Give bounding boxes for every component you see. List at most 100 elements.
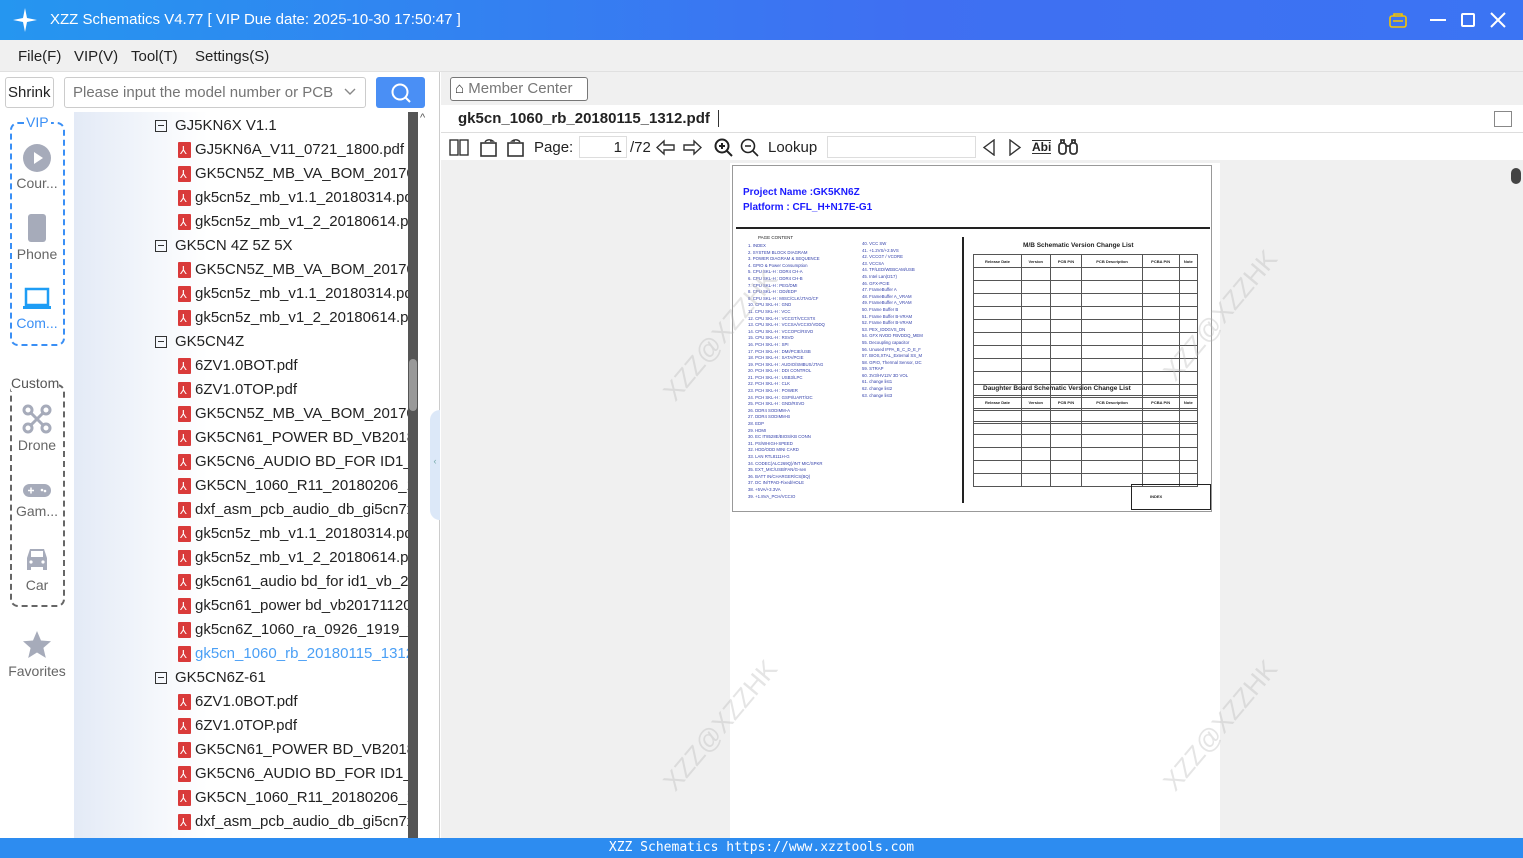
two-page-view-icon[interactable]: [449, 139, 469, 156]
next-page-arrow-icon[interactable]: [682, 139, 702, 156]
zoom-in-icon[interactable]: [714, 138, 733, 157]
tab-document[interactable]: gk5cn_1060_rb_20180115_1312.pdf: [458, 110, 719, 127]
tree-file[interactable]: dxf_asm_pcb_audio_db_gi5cn7x: [178, 498, 408, 523]
tree-file[interactable]: GK5CN61_POWER BD_VB201801: [178, 426, 408, 451]
tree-file[interactable]: 6ZV1.0BOT.pdf: [178, 354, 298, 379]
tree-file[interactable]: GK5CN6_AUDIO BD_FOR ID1_RA: [178, 762, 408, 787]
drone-icon: [22, 404, 52, 434]
tree-file[interactable]: GJ5KN6A_V11_0721_1800.pdf: [178, 138, 404, 163]
search-button[interactable]: [376, 77, 425, 108]
tree-file[interactable]: 6ZV1.0TOP.pdf: [178, 714, 298, 739]
tree-file[interactable]: gk5cn61_power bd_vb20171120: [178, 594, 408, 619]
tree-file[interactable]: gk5cn5z_mb_v1_2_20180614.pd: [178, 210, 408, 235]
tree-file[interactable]: GK5CN_1060_R11_20180206_165: [178, 474, 408, 499]
tree-file[interactable]: gk5cn5z_mb_v1.1_20180314.pdf: [178, 186, 408, 211]
tree-file[interactable]: dxf_asm_pcb_audio_db_gi5cn7x: [178, 810, 408, 835]
sidebar-item-courses[interactable]: Cour...: [0, 144, 74, 191]
menu-bar: File(F) VIP(V) Tool(T) Settings(S): [0, 40, 1523, 72]
find-previous-icon[interactable]: [982, 139, 996, 156]
previous-page-arrow-icon[interactable]: [656, 139, 676, 156]
sidebar-item-drone[interactable]: Drone: [0, 404, 74, 453]
table-header: Version: [1020, 254, 1051, 268]
sidebar-item-favorites[interactable]: Favorites: [0, 630, 74, 679]
tree-group[interactable]: GJ5KN6X V1.1: [155, 114, 277, 138]
minimize-button[interactable]: [1430, 19, 1446, 21]
tree-file[interactable]: GK5CN61_POWER BD_VB201801: [178, 738, 408, 763]
sidebar-item-label: Car: [25, 577, 49, 593]
zoom-out-icon[interactable]: [740, 138, 759, 157]
tree-file[interactable]: gk5cn6Z_1060_ra_0926_1919_fo: [178, 618, 408, 643]
model-search-combobox[interactable]: [64, 77, 366, 108]
viewer-scrollbar-thumb[interactable]: [1511, 168, 1521, 184]
maximize-button[interactable]: [1461, 13, 1475, 27]
tree-group[interactable]: GK5CN4Z: [155, 330, 244, 354]
tree-file[interactable]: GK5CN_1060_R11_20180206_165: [178, 786, 408, 811]
collapse-icon[interactable]: [155, 672, 167, 684]
contents-entry: 17. PCH SKL-H : DMI/PCIE/USB: [748, 348, 811, 354]
binoculars-icon[interactable]: [1058, 138, 1078, 156]
shrink-button[interactable]: Shrink: [5, 77, 54, 108]
menu-settings[interactable]: Settings(S): [195, 48, 269, 65]
tree-file[interactable]: GK5CN5Z_MB_VA_BOM_201709: [178, 258, 408, 283]
tree-file[interactable]: gk5cn5z_mb_v1.1_20180314.pdf: [178, 282, 408, 307]
find-next-icon[interactable]: [1008, 139, 1022, 156]
sidebar-item-car[interactable]: Car: [0, 546, 74, 593]
page-number-input[interactable]: 1: [579, 136, 627, 158]
scroll-up-arrow[interactable]: ^: [420, 112, 425, 124]
tree-file-label: 6ZV1.0BOT.pdf: [195, 693, 298, 710]
contents-entry: 44. TP/LED/WEBCAM/USB: [862, 267, 915, 273]
tree-file-label: gk5cn5z_mb_v1_2_20180614.pd: [195, 309, 408, 326]
tree-file[interactable]: 6ZV1.0BOT.pdf: [178, 690, 298, 715]
tree-file[interactable]: gk5cn5z_mb_v1_2_20180614.pd: [178, 306, 408, 331]
menu-tool[interactable]: Tool(T): [131, 48, 178, 65]
sidebar-item-computer[interactable]: Com...: [0, 286, 74, 331]
tree-file[interactable]: GK5CN6_AUDIO BD_FOR ID1_RA: [178, 450, 408, 475]
collapse-icon[interactable]: [155, 336, 167, 348]
tree-group[interactable]: GK5CN6Z-61: [155, 666, 266, 690]
table-row: [973, 421, 1199, 435]
scrollbar-thumb[interactable]: [409, 359, 417, 411]
model-search-input[interactable]: [73, 78, 343, 106]
project-name: Project Name :GK5KN6Z: [743, 187, 860, 198]
rotate-right-icon[interactable]: [506, 137, 526, 157]
tree-file[interactable]: gk5cn_1060_rb_20180115_1312.: [178, 642, 408, 667]
menu-file[interactable]: File(F): [18, 48, 61, 65]
tree-file[interactable]: gk5cn5z_mb_v1.1_20180314.pdf: [178, 522, 408, 547]
tree-file-label: 6ZV1.0TOP.pdf: [195, 717, 298, 734]
tree-file[interactable]: gk5cn61_audio bd_for id1_vb_2: [178, 570, 408, 595]
sidebar-item-games[interactable]: Gam...: [0, 480, 74, 519]
tree-group[interactable]: GK5CN 4Z 5Z 5X: [155, 234, 293, 258]
rotate-left-icon[interactable]: [479, 137, 499, 157]
contents-entry: 16. PCH SKL-H : SPI: [748, 341, 789, 347]
pdf-file-icon: [178, 715, 191, 739]
contents-entry: 25. PCH SKL-H : GND/RSVD: [748, 401, 805, 407]
tree-file-label: GK5CN5Z_MB_VA_BOM_201709: [195, 405, 408, 422]
contents-entry: 13. CPU SKL-H : VCCSA/VCCIO/VDDQ: [748, 322, 825, 328]
file-tree: GJ5KN6X V1.1 GJ5KN6A_V11_0721_1800.pdf GK5…: [74, 112, 408, 838]
close-tab-icon[interactable]: [1494, 111, 1512, 127]
category-sidebar: VIP Custom Cour... Phone Com... Drone Ga…: [0, 112, 74, 838]
tree-group-label: GK5CN6Z-61: [175, 669, 266, 686]
vip-badge-icon[interactable]: [1389, 12, 1407, 28]
tree-file[interactable]: gk5cn5z_mb_v1_2_20180614.pd: [178, 546, 408, 571]
tree-file[interactable]: GK5CN5Z_MB_VA_BOM_201709: [178, 402, 408, 427]
table-header: Note: [1178, 395, 1199, 409]
collapse-panel-handle[interactable]: ‹: [430, 410, 440, 520]
contents-entry: 35. EXT_MIC/USB/FAN/G-sen: [748, 467, 807, 473]
tree-file[interactable]: 6ZV1.0TOP.pdf: [178, 378, 297, 403]
collapse-icon[interactable]: [155, 240, 167, 252]
close-button[interactable]: [1490, 12, 1506, 28]
sidebar-item-phone[interactable]: Phone: [0, 213, 74, 262]
menu-vip[interactable]: VIP(V): [74, 48, 118, 65]
mb-table-title: M/B Schematic Version Change List: [1023, 242, 1134, 249]
pdf-file-icon: [178, 499, 191, 523]
chevron-down-icon[interactable]: [344, 87, 356, 97]
match-case-icon[interactable]: Abi: [1032, 140, 1052, 154]
tree-scrollbar[interactable]: [408, 112, 418, 838]
tree-file[interactable]: GK5CN5Z_MB_VA_BOM_201709: [178, 162, 408, 187]
platform-name: Platform : CFL_H+N17E-G1: [743, 202, 873, 213]
member-center-button[interactable]: ⌂ Member Center: [450, 77, 588, 101]
lookup-input[interactable]: [827, 136, 976, 158]
pdf-file-icon: [178, 595, 191, 619]
collapse-icon[interactable]: [155, 120, 167, 132]
